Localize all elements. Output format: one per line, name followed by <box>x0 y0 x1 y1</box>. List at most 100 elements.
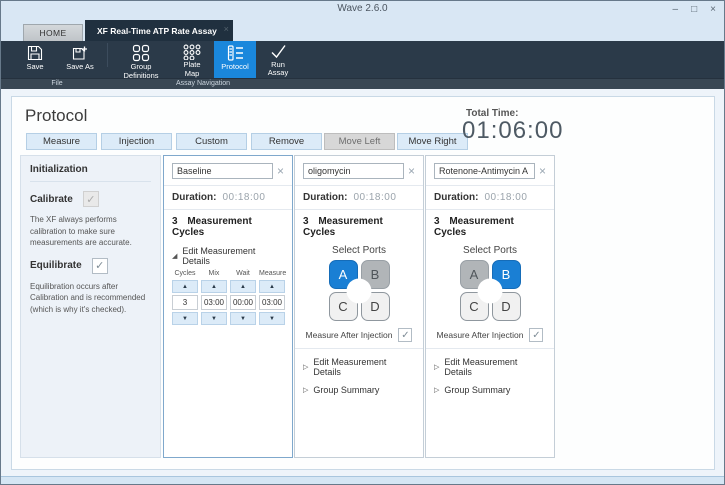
delete-step-icon[interactable]: × <box>408 165 415 177</box>
protocol-icon <box>227 44 244 62</box>
divider <box>295 209 423 210</box>
initialization-panel: Initialization Calibrate ✓ The XF always… <box>20 155 161 458</box>
cycles-count: 3 <box>172 216 178 227</box>
save-as-icon <box>72 44 88 62</box>
injection-button[interactable]: Injection <box>101 133 172 150</box>
wait-up-button[interactable]: ▲ <box>230 280 256 293</box>
grid-header-wait: Wait <box>230 270 256 277</box>
measure-after-injection-label: Measure After Injection <box>306 330 393 340</box>
up-arrow-icon: ▲ <box>182 284 188 290</box>
cycles-count: 3 <box>434 216 440 227</box>
step-name-input[interactable] <box>303 163 404 179</box>
divider <box>426 209 554 210</box>
measure-after-injection-row: Measure After Injection ✓ <box>303 328 415 342</box>
tab-assay[interactable]: XF Real-Time ATP Rate Assay × <box>85 20 233 41</box>
divider <box>295 185 423 186</box>
save-button[interactable]: Save <box>13 41 57 78</box>
divider <box>426 348 554 349</box>
cycles-count: 3 <box>303 216 309 227</box>
window-title: Wave 2.6.0 <box>1 3 724 14</box>
select-ports-label: Select Ports <box>303 245 415 256</box>
step-name-input[interactable] <box>172 163 273 179</box>
step-column-oligomycin[interactable]: × Duration: 00:18:00 3 Measurement Cycle… <box>294 155 424 458</box>
title-bar: Wave 2.6.0 – □ × <box>1 1 724 19</box>
step-column-baseline[interactable]: × Duration: 00:18:00 3 Measurement Cycle… <box>163 155 293 458</box>
save-as-button[interactable]: Save As <box>57 41 103 78</box>
maximize-icon[interactable]: □ <box>691 2 697 17</box>
duration-value: 00:18:00 <box>484 192 527 203</box>
down-arrow-icon: ▼ <box>211 316 217 322</box>
protocol-label: Protocol <box>221 63 249 72</box>
mix-value-input[interactable] <box>201 295 227 310</box>
measure-down-button[interactable]: ▼ <box>259 312 285 325</box>
equilibrate-checkbox[interactable]: ✓ <box>92 258 108 274</box>
edit-measurement-details-expander[interactable]: ▷ Edit Measurement Details <box>303 357 415 377</box>
delete-step-icon[interactable]: × <box>277 165 284 177</box>
plate-map-icon <box>183 44 201 60</box>
equilibrate-row: Equilibrate ✓ <box>30 258 151 274</box>
window-controls: – □ × <box>673 2 716 17</box>
measure-up-button[interactable]: ▲ <box>259 280 285 293</box>
edit-measurement-details-expander[interactable]: ▷ Edit Measurement Details <box>434 357 546 377</box>
cycles-up-button[interactable]: ▲ <box>172 280 198 293</box>
measurement-grid: Cycles Mix Wait Measure ▲ ▲ ▲ ▲ ▼ ▼ <box>172 270 284 325</box>
check-icon: ✓ <box>95 259 104 272</box>
app-window: Wave 2.6.0 – □ × HOME XF Real-Time ATP R… <box>0 0 725 485</box>
check-icon: ✓ <box>401 330 409 341</box>
step-name-input[interactable] <box>434 163 535 179</box>
content-area: Protocol Measure Injection Custom Remove… <box>1 89 724 476</box>
tab-close-icon[interactable]: × <box>224 24 229 34</box>
wait-value-input[interactable] <box>230 295 256 310</box>
duration-label: Duration: <box>434 192 478 203</box>
cycles-value-input[interactable] <box>172 295 198 310</box>
measure-button[interactable]: Measure <box>26 133 97 150</box>
edit-measurement-details-label: Edit Measurement Details <box>182 246 284 266</box>
measure-after-injection-checkbox[interactable]: ✓ <box>398 328 412 342</box>
grid-header-cycles: Cycles <box>172 270 198 277</box>
calibrate-row: Calibrate ✓ <box>30 191 151 207</box>
protocol-panel: Protocol Measure Injection Custom Remove… <box>11 96 715 470</box>
port-selector: A B C D <box>329 260 390 321</box>
mix-up-button[interactable]: ▲ <box>201 280 227 293</box>
save-label: Save <box>26 63 43 72</box>
step-column-rotenone-antimycin-a[interactable]: × Duration: 00:18:00 3 Measurement Cycle… <box>425 155 555 458</box>
cycles-label: Measurement Cycles <box>434 216 514 238</box>
minimize-icon[interactable]: – <box>673 2 679 17</box>
group-definitions-button[interactable]: Group Definitions <box>112 41 170 78</box>
check-icon: ✓ <box>86 193 95 206</box>
close-icon[interactable]: × <box>710 2 716 17</box>
assay-navigation-group-label: Assay Navigation <box>113 80 293 87</box>
cycles-down-button[interactable]: ▼ <box>172 312 198 325</box>
run-assay-button[interactable]: Run Assay <box>256 41 300 78</box>
tab-home[interactable]: HOME <box>23 24 83 41</box>
expander-expanded-icon: ◢ <box>172 252 177 260</box>
measurement-cycles-row: 3 Measurement Cycles <box>172 216 284 238</box>
delete-step-icon[interactable]: × <box>539 165 546 177</box>
cycles-label: Measurement Cycles <box>172 216 252 238</box>
wait-down-button[interactable]: ▼ <box>230 312 256 325</box>
move-right-button[interactable]: Move Right <box>397 133 468 150</box>
custom-button[interactable]: Custom <box>176 133 247 150</box>
up-arrow-icon: ▲ <box>269 284 275 290</box>
page-title: Protocol <box>25 106 87 126</box>
mix-down-button[interactable]: ▼ <box>201 312 227 325</box>
down-arrow-icon: ▼ <box>269 316 275 322</box>
protocol-button[interactable]: Protocol <box>214 41 256 78</box>
plate-map-button[interactable]: Plate Map <box>170 41 214 78</box>
save-icon <box>27 44 43 62</box>
ribbon: Save Save As Grou <box>1 41 724 89</box>
step-name-row: × <box>434 163 546 179</box>
group-summary-expander[interactable]: ▷ Group Summary <box>303 385 415 395</box>
edit-measurement-details-label: Edit Measurement Details <box>313 357 415 377</box>
file-group-label: File <box>1 80 113 87</box>
edit-measurement-details-expander[interactable]: ◢ Edit Measurement Details <box>172 246 284 266</box>
measure-value-input[interactable] <box>259 295 285 310</box>
group-summary-expander[interactable]: ▷ Group Summary <box>434 385 546 395</box>
remove-button[interactable]: Remove <box>251 133 322 150</box>
expander-collapsed-icon: ▷ <box>434 386 439 394</box>
expander-collapsed-icon: ▷ <box>303 363 308 371</box>
measurement-cycles-row: 3 Measurement Cycles <box>303 216 415 238</box>
measure-after-injection-checkbox[interactable]: ✓ <box>529 328 543 342</box>
up-arrow-icon: ▲ <box>240 284 246 290</box>
plate-map-label: Plate Map <box>176 61 208 78</box>
